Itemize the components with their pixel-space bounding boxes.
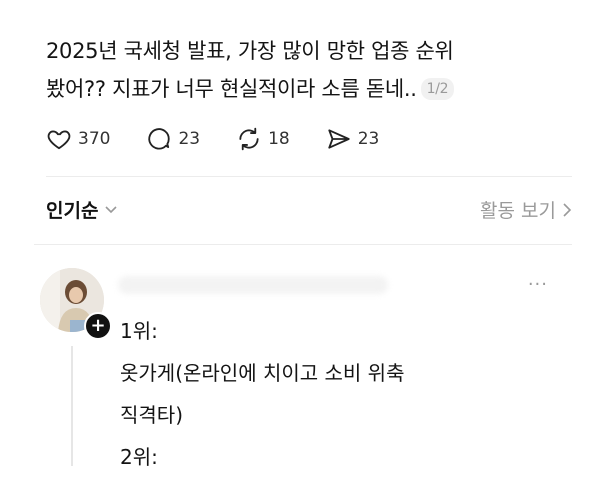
follow-button[interactable]: + [84,312,112,340]
comment-line: 1위: [120,319,158,343]
post-body: 2025년 국세청 발표, 가장 많이 망한 업종 순위 봤어?? 지표가 너무… [46,32,566,108]
post-actions: 370 23 18 23 [46,124,415,154]
comment-button[interactable]: 23 [146,126,200,152]
comment-line: 2위: [120,445,158,469]
send-icon [328,129,350,149]
chevron-down-icon [105,205,118,213]
comment-body: 1위: 옷가게(온라인에 치이고 소비 위축 직격타) 2위: [120,310,560,478]
like-count: 370 [78,129,111,149]
username-blurred [118,276,388,294]
repost-icon [239,127,259,151]
sort-dropdown[interactable]: 인기순 [46,196,118,223]
thread-line [71,346,73,466]
sort-label: 인기순 [46,200,99,222]
share-button[interactable]: 23 [326,126,380,152]
chevron-right-icon [563,202,572,217]
divider [34,244,572,245]
image-page-indicator: 1/2 [420,78,455,100]
view-activity-link[interactable]: 활동 보기 [480,196,572,223]
divider [46,176,572,177]
heart-icon [47,130,71,150]
comment-count: 23 [178,129,201,149]
comment-bubble-icon [148,128,171,150]
post-line-2: 봤어?? 지표가 너무 현실적이라 소름 돋네.. 1/2 [46,70,566,108]
post-line-2-text: 봤어?? 지표가 너무 현실적이라 소름 돋네.. [46,77,417,101]
repost-button[interactable]: 18 [236,126,290,152]
repost-count: 18 [268,129,290,149]
comment-line: 옷가게(온라인에 치이고 소비 위축 [120,361,405,385]
post-line-1: 2025년 국세청 발표, 가장 많이 망한 업종 순위 [46,39,454,63]
comment-line: 직격타) [120,403,184,427]
share-count: 23 [357,129,380,149]
more-options-button[interactable]: ··· [528,274,548,295]
view-activity-label: 활동 보기 [480,200,556,222]
like-button[interactable]: 370 [46,126,110,152]
